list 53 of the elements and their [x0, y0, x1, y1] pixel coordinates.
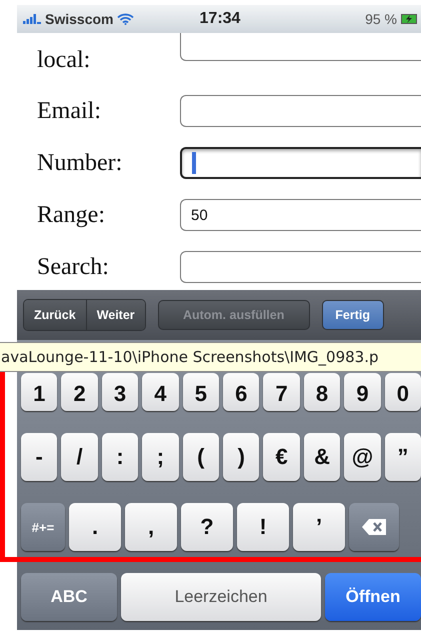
keyboard-key[interactable]: @: [344, 433, 381, 481]
keyboard-key[interactable]: ’: [293, 503, 345, 551]
field-label: Range:: [37, 202, 106, 228]
signal-icon: [23, 14, 41, 24]
abc-key[interactable]: ABC: [21, 573, 117, 621]
keyboard-key[interactable]: 0: [384, 373, 421, 411]
keyboard-key[interactable]: 9: [344, 373, 381, 411]
keyboard-key[interactable]: ”: [384, 433, 421, 481]
keyboard-key[interactable]: 2: [61, 373, 98, 411]
nav-button[interactable]: Zurück: [24, 300, 86, 330]
keyboard-key[interactable]: 3: [102, 373, 138, 411]
keyboard-key[interactable]: €: [263, 433, 300, 481]
keyboard-key[interactable]: ,: [125, 503, 177, 551]
file-path-tooltip: avaLounge-11-10\iPhone Screenshots\IMG_0983.p: [0, 342, 421, 372]
done-button[interactable]: Fertig: [322, 300, 384, 330]
carrier-name: Swisscom: [45, 11, 114, 27]
keyboard-key[interactable]: /: [61, 433, 98, 481]
battery-charging-icon: [400, 14, 417, 24]
nav-button[interactable]: Weiter: [86, 300, 145, 330]
keyboard-key[interactable]: !: [237, 503, 289, 551]
space-key[interactable]: Leerzeichen: [121, 573, 321, 621]
battery-percentage: 95 %: [365, 11, 397, 27]
keyboard-key[interactable]: 7: [263, 373, 300, 411]
keyboard-key[interactable]: ;: [142, 433, 179, 481]
field-label: Email:: [37, 98, 102, 124]
keyboard-key[interactable]: :: [102, 433, 138, 481]
keyboard-key[interactable]: 8: [304, 373, 340, 411]
clock-time: 17:34: [200, 10, 240, 28]
keyboard-key[interactable]: 1: [21, 373, 58, 411]
input-field[interactable]: [180, 33, 421, 61]
keyboard-key[interactable]: 4: [142, 373, 179, 411]
field-label: Search:: [37, 254, 110, 280]
input-field[interactable]: [180, 95, 421, 127]
open-key[interactable]: Öffnen: [325, 573, 421, 621]
input-field[interactable]: [180, 251, 421, 283]
keyboard-key[interactable]: -: [21, 433, 58, 481]
keyboard-key[interactable]: 6: [223, 373, 260, 411]
keyboard-key[interactable]: .: [69, 503, 121, 551]
delete-key[interactable]: [349, 503, 399, 551]
keyboard-key[interactable]: (: [182, 433, 220, 481]
delete-icon: [362, 519, 386, 535]
symbols-key[interactable]: #+=: [21, 503, 65, 551]
wifi-icon: [117, 13, 134, 25]
text-cursor: [192, 152, 196, 174]
field-value: 50: [191, 206, 208, 224]
keyboard-key[interactable]: ): [223, 433, 260, 481]
input-field[interactable]: 50: [180, 199, 421, 231]
field-label: local:: [37, 47, 92, 74]
input-field[interactable]: [180, 147, 421, 179]
keyboard-key[interactable]: ?: [181, 503, 233, 551]
keyboard-key[interactable]: 5: [182, 373, 220, 411]
field-label: Number:: [37, 150, 124, 176]
keyboard-key[interactable]: &: [304, 433, 340, 481]
